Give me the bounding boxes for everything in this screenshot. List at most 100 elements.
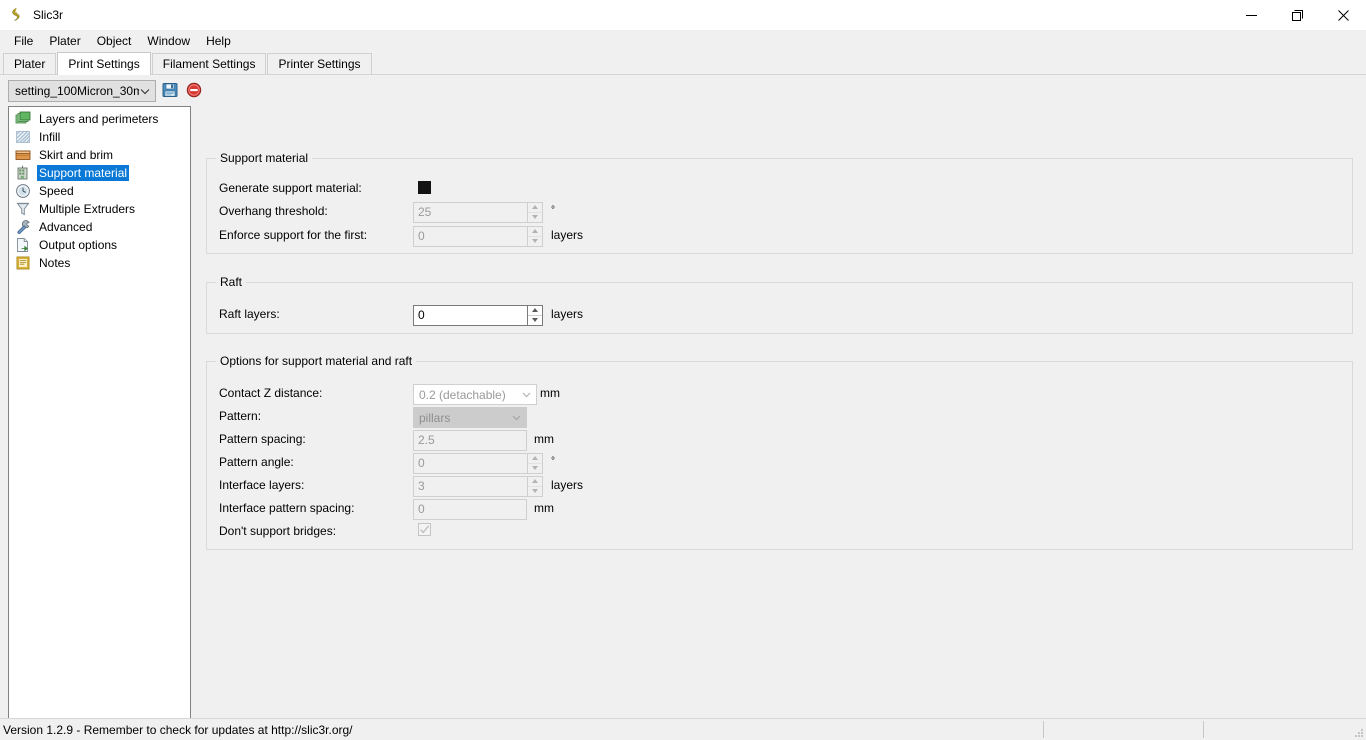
contact-z-distance-label: Contact Z distance: bbox=[219, 386, 323, 400]
spinner-up-icon[interactable] bbox=[528, 203, 542, 213]
spinner-down-icon[interactable] bbox=[528, 487, 542, 497]
tab-print-settings[interactable]: Print Settings bbox=[57, 52, 151, 75]
title-bar-left: Slic3r bbox=[0, 7, 63, 23]
menu-bar: File Plater Object Window Help bbox=[0, 30, 1366, 52]
spinner-up-icon[interactable] bbox=[528, 477, 542, 487]
raft-layers-unit: layers bbox=[551, 307, 584, 321]
raft-layers-input[interactable]: 0 bbox=[413, 305, 528, 326]
interface-layers-unit: layers bbox=[551, 478, 584, 492]
overhang-threshold-spinner[interactable] bbox=[528, 202, 543, 223]
tab-printer-settings[interactable]: Printer Settings bbox=[267, 53, 372, 74]
spinner-down-icon[interactable] bbox=[528, 213, 542, 223]
skirt-box-icon bbox=[15, 147, 31, 163]
sidebar-item-infill[interactable]: Infill bbox=[9, 128, 190, 146]
pattern-angle-label: Pattern angle: bbox=[219, 455, 294, 469]
settings-category-list[interactable]: Layers and perimeters Infill Skirt and b… bbox=[8, 106, 191, 740]
window-controls bbox=[1228, 0, 1366, 30]
raft-layers-label: Raft layers: bbox=[219, 307, 280, 321]
output-page-icon bbox=[15, 237, 31, 253]
status-bar: Version 1.2.9 - Remember to check for up… bbox=[0, 718, 1366, 740]
preset-toolbar: setting_100Micron_30m bbox=[8, 80, 204, 102]
sidebar-item-label: Multiple Extruders bbox=[39, 202, 136, 216]
enforce-support-spinner[interactable] bbox=[528, 226, 543, 247]
status-bar-text: Version 1.2.9 - Remember to check for up… bbox=[3, 722, 353, 737]
pattern-angle-unit: ° bbox=[551, 456, 555, 467]
tab-filament-settings[interactable]: Filament Settings bbox=[151, 53, 267, 74]
status-bar-separator bbox=[1043, 721, 1044, 738]
menu-help[interactable]: Help bbox=[198, 31, 239, 52]
sidebar-item-multiple-extruders[interactable]: Multiple Extruders bbox=[9, 200, 190, 218]
menu-file[interactable]: File bbox=[6, 31, 41, 52]
generate-support-material-label: Generate support material: bbox=[219, 181, 362, 195]
menu-window[interactable]: Window bbox=[139, 31, 198, 52]
maximize-restore-button[interactable] bbox=[1274, 0, 1320, 30]
overhang-threshold-label: Overhang threshold: bbox=[219, 204, 328, 218]
delete-preset-icon bbox=[186, 82, 202, 101]
preset-value: setting_100Micron_30m bbox=[15, 84, 139, 98]
save-preset-button[interactable] bbox=[160, 81, 180, 101]
interface-pattern-spacing-label: Interface pattern spacing: bbox=[219, 501, 355, 515]
tab-plater[interactable]: Plater bbox=[3, 53, 57, 74]
interface-layers-spinner[interactable] bbox=[528, 476, 543, 497]
sidebar-item-layers-and-perimeters[interactable]: Layers and perimeters bbox=[9, 110, 190, 128]
pattern-dropdown[interactable]: pillars bbox=[413, 407, 527, 428]
enforce-support-input[interactable]: 0 bbox=[413, 226, 528, 247]
support-material-groupbox: Support material Generate support materi… bbox=[206, 151, 1353, 254]
floppy-save-icon bbox=[162, 82, 178, 101]
infill-hatch-icon bbox=[15, 129, 31, 145]
enforce-support-unit: layers bbox=[551, 228, 584, 242]
print-settings-page: setting_100Micron_30m Layers and perimet… bbox=[0, 74, 1366, 740]
delete-preset-button[interactable] bbox=[184, 81, 204, 101]
window-title: Slic3r bbox=[33, 8, 64, 22]
pattern-value: pillars bbox=[419, 410, 451, 425]
overhang-threshold-input[interactable]: 25 bbox=[413, 202, 528, 223]
sidebar-item-label: Infill bbox=[39, 130, 61, 144]
contact-z-distance-value: 0.2 (detachable) bbox=[419, 387, 506, 402]
menu-object[interactable]: Object bbox=[89, 31, 140, 52]
minimize-button[interactable] bbox=[1228, 0, 1274, 30]
sidebar-item-notes[interactable]: Notes bbox=[9, 254, 190, 272]
sidebar-item-skirt-and-brim[interactable]: Skirt and brim bbox=[9, 146, 190, 164]
overhang-threshold-unit: ° bbox=[551, 205, 555, 216]
chevron-down-icon bbox=[139, 85, 151, 97]
spinner-down-icon[interactable] bbox=[528, 316, 542, 326]
sidebar-item-label: Skirt and brim bbox=[39, 148, 114, 162]
pattern-angle-input[interactable]: 0 bbox=[413, 453, 528, 474]
raft-layers-spinner[interactable] bbox=[528, 305, 543, 326]
sidebar-item-output-options[interactable]: Output options bbox=[9, 236, 190, 254]
interface-layers-input[interactable]: 3 bbox=[413, 476, 528, 497]
status-bar-separator bbox=[1203, 721, 1204, 738]
sidebar-item-label: Speed bbox=[39, 184, 74, 198]
raft-groupbox: Raft Raft layers: 0 layers bbox=[206, 275, 1353, 334]
pattern-spacing-input[interactable]: 2.5 bbox=[413, 430, 527, 451]
pattern-spacing-unit: mm bbox=[534, 432, 554, 446]
spinner-up-icon[interactable] bbox=[528, 227, 542, 237]
notes-icon bbox=[15, 255, 31, 271]
close-button[interactable] bbox=[1320, 0, 1366, 30]
spinner-down-icon[interactable] bbox=[528, 464, 542, 474]
interface-pattern-spacing-input[interactable]: 0 bbox=[413, 499, 527, 520]
spinner-down-icon[interactable] bbox=[528, 237, 542, 247]
pattern-label: Pattern: bbox=[219, 409, 262, 423]
contact-z-distance-unit: mm bbox=[540, 386, 560, 400]
title-bar: Slic3r bbox=[0, 0, 1366, 30]
contact-z-distance-dropdown[interactable]: 0.2 (detachable) bbox=[413, 384, 537, 405]
sidebar-item-speed[interactable]: Speed bbox=[9, 182, 190, 200]
dont-support-bridges-checkbox[interactable] bbox=[418, 523, 431, 536]
pattern-angle-spinner[interactable] bbox=[528, 453, 543, 474]
chevron-down-icon bbox=[508, 415, 524, 421]
sidebar-item-advanced[interactable]: Advanced bbox=[9, 218, 190, 236]
spinner-up-icon[interactable] bbox=[528, 306, 542, 316]
generate-support-material-checkbox[interactable] bbox=[418, 181, 431, 194]
dont-support-bridges-label: Don't support bridges: bbox=[219, 524, 337, 538]
preset-combobox[interactable]: setting_100Micron_30m bbox=[8, 80, 156, 102]
menu-plater[interactable]: Plater bbox=[41, 31, 88, 52]
support-options-groupbox: Options for support material and raft Co… bbox=[206, 354, 1353, 550]
sidebar-item-label: Support material bbox=[37, 165, 130, 181]
support-building-icon bbox=[15, 165, 31, 181]
sidebar-item-support-material[interactable]: Support material bbox=[9, 164, 190, 182]
funnel-icon bbox=[15, 201, 31, 217]
sidebar-item-label: Advanced bbox=[39, 220, 93, 234]
resize-grip-icon[interactable] bbox=[1351, 725, 1365, 739]
spinner-up-icon[interactable] bbox=[528, 454, 542, 464]
